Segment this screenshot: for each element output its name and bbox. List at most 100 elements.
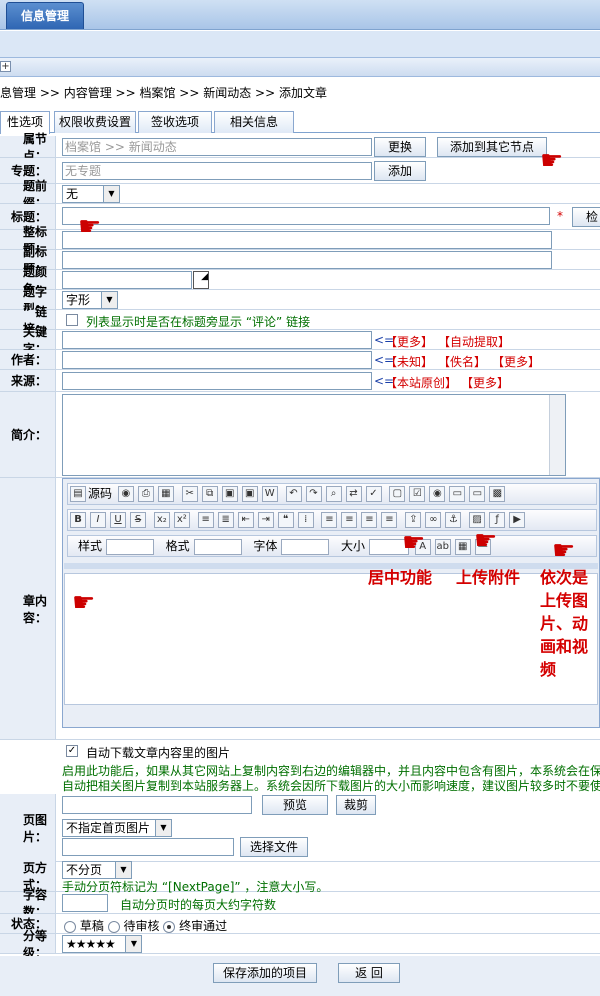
keywords-more-link[interactable]: 【更多】 — [385, 333, 433, 350]
style-dropdown[interactable] — [105, 538, 154, 555]
tab-permissions[interactable]: 权限收费设置 — [54, 111, 136, 133]
keywords-input[interactable] — [62, 331, 372, 349]
download-note-2: 自动把相关图片复制到本站服务器上。系统会因所下载图片的大小而影响速度，建议图片较… — [62, 779, 600, 793]
file-path-input[interactable] — [62, 838, 234, 856]
font-dropdown[interactable] — [281, 538, 330, 555]
author-input[interactable] — [62, 351, 372, 369]
author-unknown-link[interactable]: 【未知】 — [385, 353, 433, 370]
paste-word-icon[interactable]: W — [261, 486, 278, 502]
format-dropdown[interactable] — [193, 538, 242, 555]
paste-text-icon[interactable]: ▣ — [241, 486, 258, 502]
color-input[interactable] — [62, 271, 192, 289]
indent-icon[interactable]: ⇥ — [257, 512, 274, 528]
outdent-icon[interactable]: ⇤ — [237, 512, 254, 528]
cut-icon[interactable]: ✂ — [181, 486, 198, 502]
status-pending-radio[interactable] — [107, 920, 120, 933]
author-more-link[interactable]: 【更多】 — [492, 353, 540, 370]
checkbox-icon[interactable]: ☑ — [409, 486, 426, 502]
bg-color-icon[interactable]: ab — [434, 538, 451, 555]
bold-icon[interactable]: B — [70, 512, 86, 528]
align-center-icon[interactable]: ≡ — [341, 512, 358, 528]
unordered-list-icon[interactable]: ≣ — [217, 512, 234, 528]
rating-select[interactable]: ★★★★★ ▼ — [62, 935, 142, 953]
source-original-link[interactable]: 【本站原创】 — [385, 374, 457, 391]
copy-icon[interactable]: ⧉ — [201, 486, 218, 502]
full-title-input[interactable] — [62, 231, 552, 249]
anchor-icon[interactable]: ⚓ — [445, 512, 462, 528]
change-node-button[interactable]: 更换 — [374, 137, 426, 157]
check-title-button[interactable]: 检 — [572, 207, 600, 227]
paste-icon[interactable]: ▣ — [221, 486, 238, 502]
redo-icon[interactable]: ↷ — [305, 486, 322, 502]
subscript-icon[interactable]: x₂ — [153, 512, 170, 528]
link-icon[interactable]: ∞ — [425, 512, 442, 528]
paging-select[interactable]: 不分页 ▼ — [62, 861, 132, 879]
find-icon[interactable]: ⌕ — [325, 486, 342, 502]
home-image-url-input[interactable] — [62, 796, 252, 814]
prefix-value: 无 — [66, 187, 79, 201]
home-image-select[interactable]: 不指定首页图片 ▼ — [62, 819, 172, 837]
topic-input[interactable]: 无专题 — [62, 162, 372, 180]
download-images-checkbox[interactable]: ✓ — [66, 745, 78, 757]
radio-icon[interactable]: ◉ — [429, 486, 446, 502]
print-preview-icon[interactable]: ⎙ — [137, 486, 154, 502]
choose-file-button[interactable]: 选择文件 — [240, 837, 308, 857]
button-icon[interactable]: ▭ — [469, 486, 486, 502]
spellcheck-icon[interactable]: ✓ — [365, 486, 382, 502]
author-anon-link[interactable]: 【佚名】 — [438, 353, 486, 370]
status-approved-radio[interactable] — [163, 920, 176, 933]
replace-icon[interactable]: ⇄ — [345, 486, 362, 502]
upload-video-icon[interactable]: ▶ — [509, 512, 526, 528]
tab-related[interactable]: 相关信息 — [214, 111, 294, 133]
source-icon[interactable]: ▤ — [70, 486, 86, 502]
keywords-auto-link[interactable]: 【自动提取】 — [438, 333, 510, 350]
back-button[interactable]: 返 回 — [338, 963, 400, 983]
pointer-hand-icon: ☛ — [402, 528, 426, 558]
preview-button[interactable]: 预览 — [262, 795, 328, 815]
ordered-list-icon[interactable]: ≡ — [197, 512, 214, 528]
add-topic-button[interactable]: 添加 — [374, 161, 426, 181]
source-more-link[interactable]: 【更多】 — [461, 374, 509, 391]
save-button[interactable]: 保存添加的项目 — [213, 963, 317, 983]
align-left-icon[interactable]: ≡ — [321, 512, 338, 528]
source-input[interactable] — [62, 372, 372, 390]
rich-text-editor[interactable]: ▤ 源码 ◉ ⎙ ▦ ✂ ⧉ ▣ ▣ W ↶ ↷ ⌕ ⇄ ✓ ▢ ☑ ◉ ▭ ▭ ▩ BIUS x₂ x² ≡ ≣ ⇤… — [62, 478, 600, 728]
source-button-label[interactable]: 源码 — [88, 487, 112, 501]
expand-icon[interactable]: + — [0, 61, 11, 72]
font-style-select[interactable]: 字形 ▼ — [62, 291, 118, 309]
crop-button[interactable]: 裁剪 — [336, 795, 376, 815]
tab-signing[interactable]: 签收选项 — [138, 111, 212, 133]
tab-info-management[interactable]: 信息管理 — [6, 2, 84, 29]
template-icon[interactable]: ▦ — [157, 486, 174, 502]
prefix-select[interactable]: 无 ▼ — [62, 185, 120, 203]
char-count-input[interactable] — [62, 894, 108, 912]
italic-icon[interactable]: I — [90, 512, 106, 528]
pointer-hand-icon: ☛ — [540, 146, 564, 176]
image-button-icon[interactable]: ▩ — [489, 486, 506, 502]
select-all-icon[interactable]: ▢ — [389, 486, 406, 502]
add-other-node-button[interactable]: 添加到其它节点 — [437, 137, 547, 157]
superscript-icon[interactable]: x² — [173, 512, 190, 528]
home-image-value: 不指定首页图片 — [66, 821, 151, 835]
underline-icon[interactable]: U — [110, 512, 126, 528]
subtitle-input[interactable] — [62, 251, 552, 269]
node-input[interactable]: 档案馆 >> 新闻动态 — [62, 138, 372, 156]
textfield-icon[interactable]: ▭ — [449, 486, 466, 502]
comment-link-checkbox[interactable] — [66, 314, 78, 326]
align-justify-icon[interactable]: ≡ — [381, 512, 398, 528]
color-picker-icon[interactable]: ◢ — [193, 271, 209, 289]
label-source: 来源： — [0, 370, 56, 391]
div-icon[interactable]: ⁞ — [297, 512, 314, 528]
table-icon[interactable]: ▦ — [454, 538, 471, 555]
align-right-icon[interactable]: ≡ — [361, 512, 378, 528]
undo-icon[interactable]: ↶ — [285, 486, 302, 502]
intro-textarea[interactable] — [62, 394, 566, 476]
blockquote-icon[interactable]: ❝ — [277, 512, 294, 528]
intro-scrollbar[interactable] — [549, 395, 565, 475]
strike-icon[interactable]: S — [130, 512, 146, 528]
upload-attachment-icon[interactable]: ⇪ — [405, 512, 422, 528]
editor-content-area[interactable] — [64, 573, 598, 705]
title-input[interactable] — [62, 207, 550, 225]
status-draft-radio[interactable] — [64, 920, 76, 933]
preview-icon[interactable]: ◉ — [117, 486, 134, 502]
